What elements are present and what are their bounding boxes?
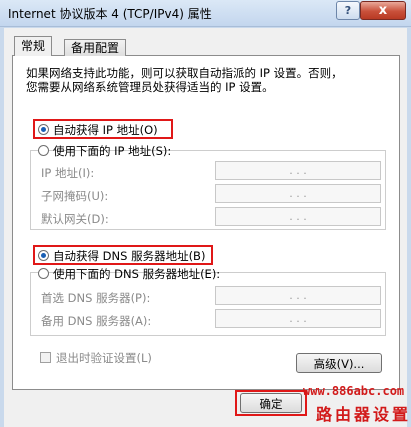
auto-dns-radio[interactable]	[38, 250, 49, 261]
preferred-dns-label: 首选 DNS 服务器(P):	[41, 291, 151, 305]
tab-alternate-config[interactable]: 备用配置	[64, 39, 127, 56]
subnet-mask-input[interactable]: . . .	[215, 184, 381, 203]
ip-address-label: IP 地址(I):	[41, 166, 95, 180]
auto-ip-radio[interactable]	[38, 124, 49, 135]
tab-general[interactable]: 常规	[14, 36, 53, 56]
ok-button[interactable]: 确定	[240, 393, 302, 413]
description-line-2: 您需要从网络系统管理员处获得适当的 IP 设置。	[26, 80, 274, 94]
manual-ip-radio[interactable]	[38, 145, 49, 156]
validate-on-exit-label[interactable]: 退出时验证设置(L)	[56, 350, 152, 366]
watermark-url: www.886abc.com	[303, 384, 405, 398]
ip-address-input[interactable]: . . .	[215, 161, 381, 180]
validate-on-exit-checkbox[interactable]	[40, 352, 51, 363]
preferred-dns-input[interactable]: . . .	[215, 286, 381, 305]
watermark-text: 路由器设置	[316, 405, 411, 424]
help-button[interactable]: ?	[336, 1, 360, 20]
alternate-dns-label: 备用 DNS 服务器(A):	[41, 314, 152, 328]
window-title: Internet 协议版本 4 (TCP/IPv4) 属性	[8, 7, 212, 21]
auto-dns-label[interactable]: 自动获得 DNS 服务器地址(B)	[53, 248, 205, 264]
description: 如果网络支持此功能，则可以获取自动指派的 IP 设置。否则， 您需要从网络系统管…	[26, 66, 386, 94]
advanced-button[interactable]: 高级(V)...	[296, 353, 382, 373]
close-button[interactable]: x	[360, 1, 406, 20]
default-gateway-label: 默认网关(D):	[41, 212, 109, 226]
manual-ip-label[interactable]: 使用下面的 IP 地址(S):	[53, 143, 171, 159]
manual-dns-radio[interactable]	[38, 268, 49, 279]
default-gateway-input[interactable]: . . .	[215, 207, 381, 226]
manual-dns-label[interactable]: 使用下面的 DNS 服务器地址(E):	[53, 266, 220, 282]
subnet-mask-label: 子网掩码(U):	[41, 189, 109, 203]
description-line-1: 如果网络支持此功能，则可以获取自动指派的 IP 设置。否则，	[26, 66, 343, 80]
auto-ip-label[interactable]: 自动获得 IP 地址(O)	[53, 122, 158, 138]
alternate-dns-input[interactable]: . . .	[215, 309, 381, 328]
